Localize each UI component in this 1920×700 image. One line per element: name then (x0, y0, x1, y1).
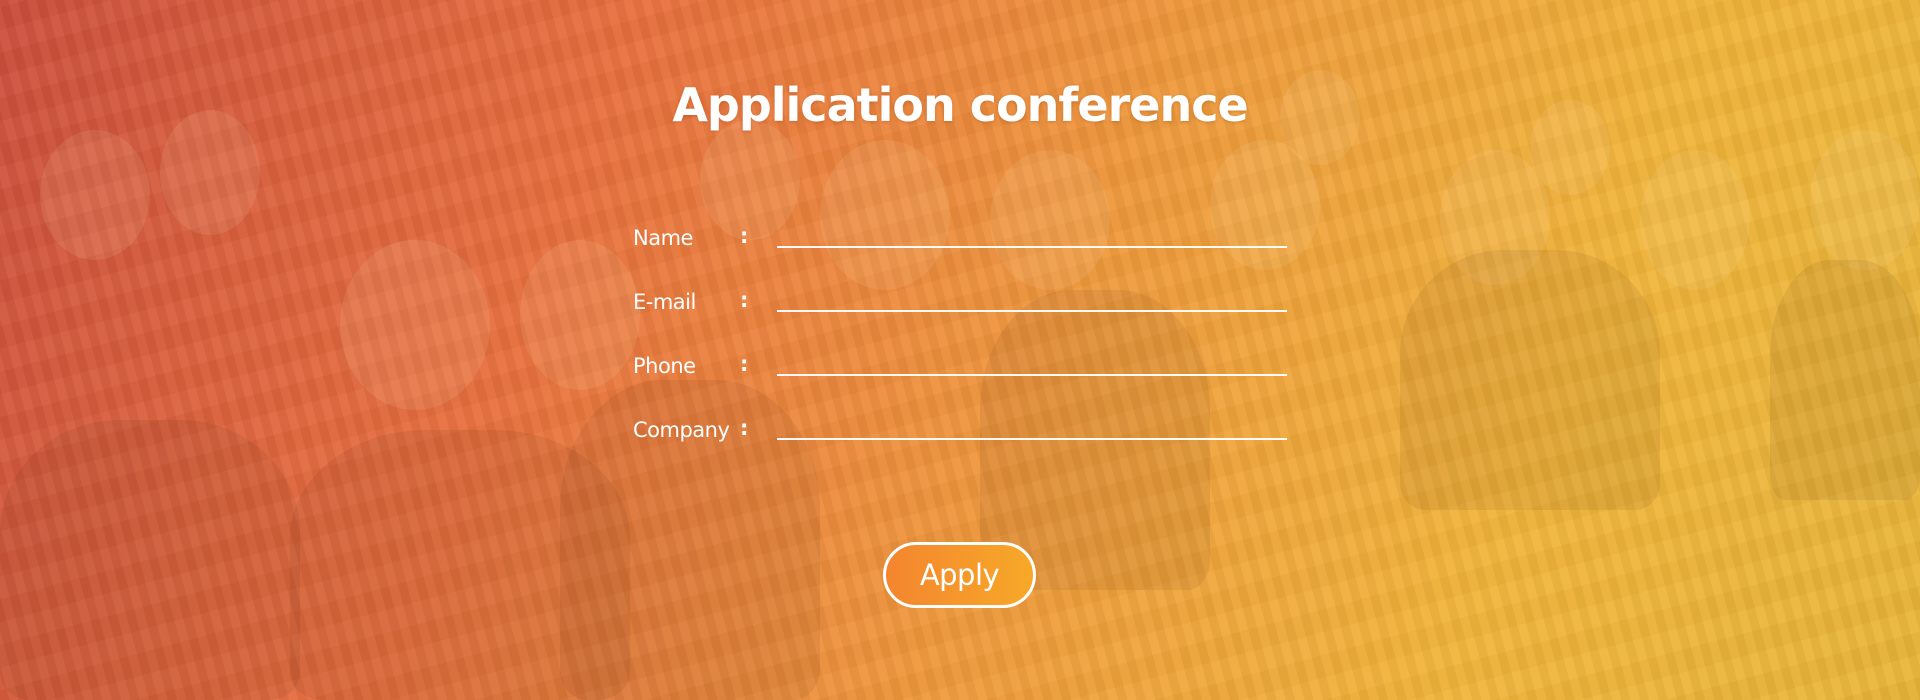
email-field[interactable] (777, 282, 1287, 312)
audience-body-shape (0, 420, 300, 700)
email-label: E-mail (633, 290, 696, 314)
audience-head-shape (40, 130, 150, 260)
page-title: Application conference (672, 78, 1248, 132)
apply-button[interactable]: Apply (883, 542, 1036, 608)
name-label: Name (633, 226, 693, 250)
name-field[interactable] (777, 218, 1287, 248)
audience-head-shape (1640, 150, 1750, 290)
email-row: E-mail : (633, 282, 1293, 346)
name-row: Name : (633, 218, 1293, 282)
audience-body-shape (1770, 260, 1920, 500)
audience-head-shape (340, 240, 490, 410)
audience-body-shape (1400, 250, 1660, 510)
phone-row: Phone : (633, 346, 1293, 410)
company-field[interactable] (777, 410, 1287, 440)
phone-field[interactable] (777, 346, 1287, 376)
email-separator: : (740, 288, 749, 312)
company-row: Company : (633, 410, 1293, 474)
company-label: Company (633, 418, 730, 442)
phone-separator: : (740, 352, 749, 376)
application-form: Name : E-mail : Phone : Company : (633, 218, 1293, 474)
audience-head-shape (520, 240, 640, 390)
company-separator: : (740, 416, 749, 440)
name-separator: : (740, 224, 749, 248)
audience-head-shape (1810, 130, 1920, 270)
phone-label: Phone (633, 354, 696, 378)
